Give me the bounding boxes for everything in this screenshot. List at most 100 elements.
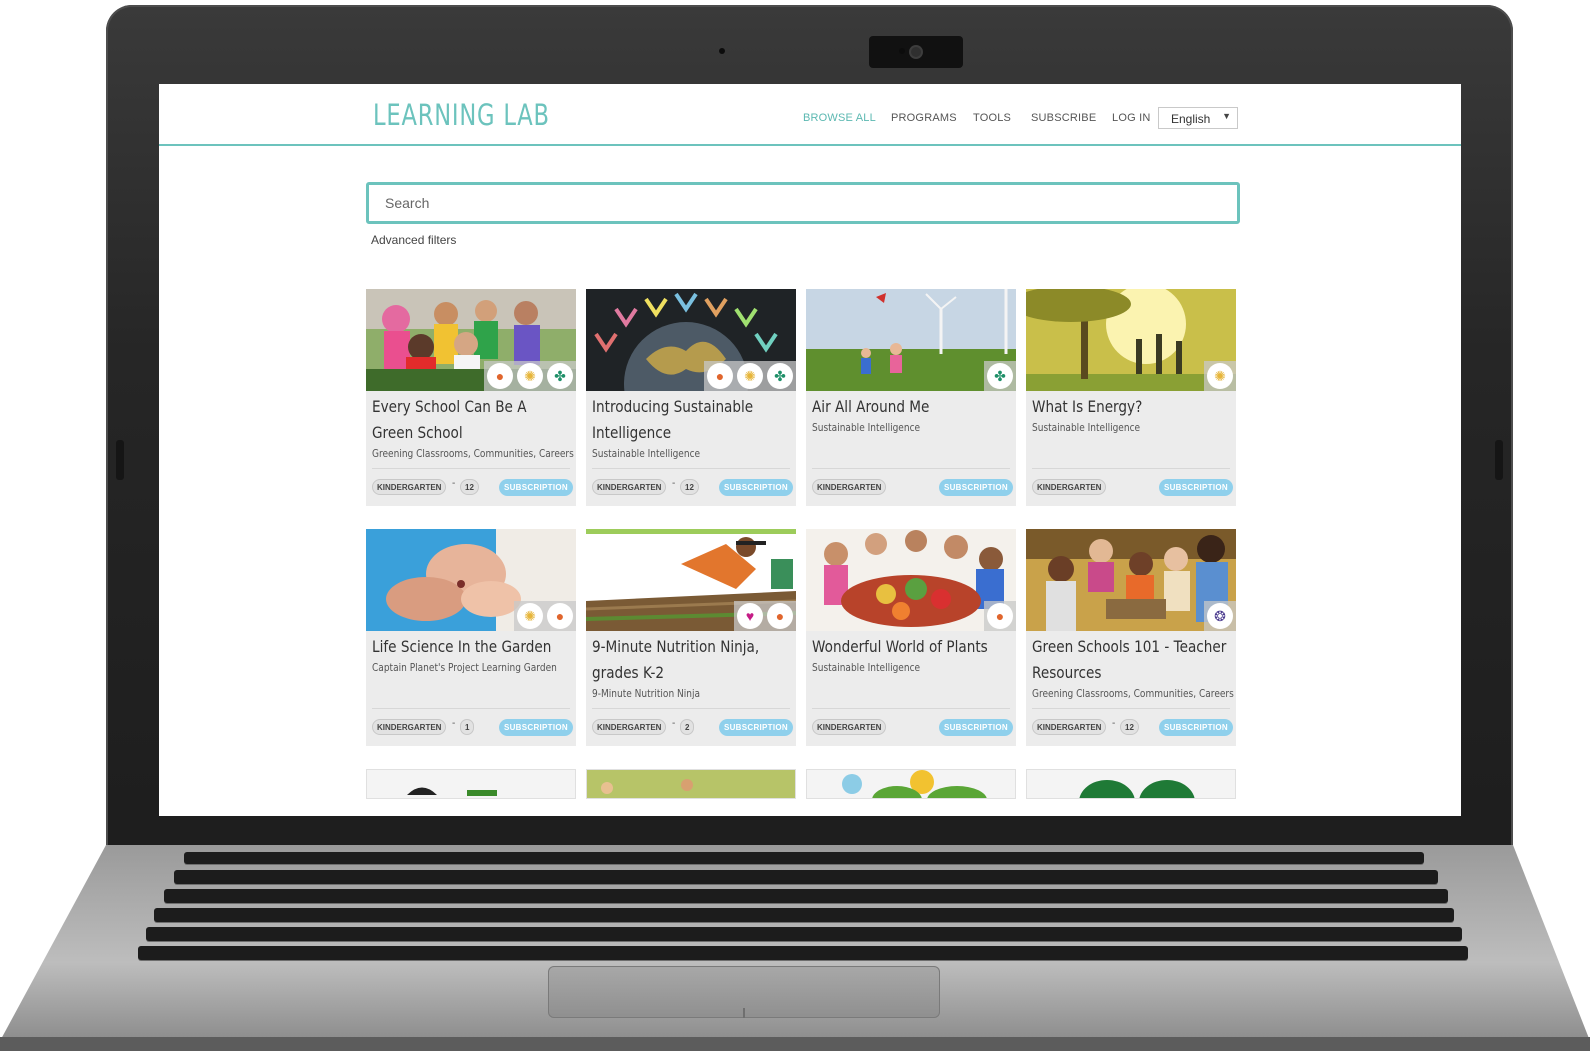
card-thumbnail: ● ✺ ✤ xyxy=(366,289,576,391)
light-sensor-left xyxy=(719,48,725,54)
grade-from-badge: KINDERGARTEN xyxy=(592,479,667,495)
card-category-icons: ✤ xyxy=(984,361,1016,391)
fan-icon: ✤ xyxy=(547,363,573,389)
nav-browse-all[interactable]: BROWSE ALL xyxy=(803,112,876,124)
keyboard xyxy=(138,852,1468,960)
grade-to-badge: 12 xyxy=(680,479,699,495)
language-select[interactable]: English ▼ xyxy=(1158,107,1238,129)
card-footer: KINDERGARTEN SUBSCRIPTION xyxy=(812,468,1013,506)
card-thumbnail: ❂ xyxy=(1026,529,1236,631)
bottom-letter-key-row xyxy=(146,927,1462,941)
card-footer: KINDERGARTEN SUBSCRIPTION xyxy=(1032,468,1233,506)
nav-programs[interactable]: PROGRAMS xyxy=(891,112,957,124)
resource-card[interactable]: ❂ Green Schools 101 - Teacher Resources … xyxy=(1026,529,1236,746)
card-footer: KINDERGARTEN - 12 SUBSCRIPTION xyxy=(1032,708,1233,746)
browser-screen: LEARNING LAB BROWSE ALL PROGRAMS TOOLS S… xyxy=(159,84,1461,816)
card-title[interactable]: Green Schools 101 - Teacher Resources xyxy=(1032,634,1229,686)
grade-to-badge: 2 xyxy=(680,719,695,735)
chevron-down-icon: ▼ xyxy=(1222,111,1231,121)
subscription-badge: SUBSCRIPTION xyxy=(938,479,1013,496)
resource-card[interactable]: ♥ ● 9-Minute Nutrition Ninja, grades K-2… xyxy=(586,529,796,746)
card-program: Greening Classrooms, Communities, Career… xyxy=(1032,687,1234,700)
subscription-badge: SUBSCRIPTION xyxy=(938,719,1013,736)
card-thumbnail: ✺ ● xyxy=(366,529,576,631)
resource-card[interactable]: ✺ ● Life Science In the Garden Captain P… xyxy=(366,529,576,746)
grade-from-badge: KINDERGARTEN xyxy=(812,719,887,735)
search-input[interactable] xyxy=(369,185,1237,221)
advanced-filters-link[interactable]: Advanced filters xyxy=(371,233,456,247)
card-program: Sustainable Intelligence xyxy=(812,661,921,674)
search-box xyxy=(366,182,1240,224)
card-thumbnail: ● xyxy=(806,529,1016,631)
card-title[interactable]: Air All Around Me xyxy=(812,394,1009,420)
space-key-row xyxy=(138,946,1468,960)
lightbulb-icon: ✺ xyxy=(517,363,543,389)
card-program: 9-Minute Nutrition Ninja xyxy=(592,687,701,700)
apple-icon: ● xyxy=(547,603,573,629)
fan-icon: ✤ xyxy=(987,363,1013,389)
nav-log-in[interactable]: LOG IN xyxy=(1112,112,1151,124)
grade-range-dash: - xyxy=(672,478,676,489)
card-title[interactable]: Life Science In the Garden xyxy=(372,634,569,660)
subscription-badge: SUBSCRIPTION xyxy=(498,479,573,496)
card-category-icons: ❂ xyxy=(1204,601,1236,631)
site-logo[interactable]: LEARNING LAB xyxy=(373,98,550,132)
grade-from-badge: KINDERGARTEN xyxy=(372,719,447,735)
nav-tools[interactable]: TOOLS xyxy=(973,112,1011,124)
resource-card[interactable]: ● ✺ ✤ Every School Can Be A Green School… xyxy=(366,289,576,506)
card-thumbnail: ✺ xyxy=(1026,289,1236,391)
card-thumbnail: ✤ xyxy=(806,289,1016,391)
nav-subscribe[interactable]: SUBSCRIBE xyxy=(1031,112,1096,124)
light-sensor-right xyxy=(899,48,905,54)
grade-to-badge: 1 xyxy=(460,719,475,735)
brain-icon: ❂ xyxy=(1207,603,1233,629)
card-footer: KINDERGARTEN - 12 SUBSCRIPTION xyxy=(592,468,793,506)
grade-to-badge: 12 xyxy=(1120,719,1139,735)
card-title[interactable]: What Is Energy? xyxy=(1032,394,1229,420)
language-value: English xyxy=(1171,112,1211,126)
webcam xyxy=(869,36,963,68)
apple-icon: ● xyxy=(487,363,513,389)
grade-from-badge: KINDERGARTEN xyxy=(812,479,887,495)
resource-card[interactable]: ● ✺ ✤ Introducing Sustainable Intelligen… xyxy=(586,289,796,506)
card-category-icons: ✺ ● xyxy=(514,601,576,631)
card-program: Sustainable Intelligence xyxy=(812,421,921,434)
grade-range-dash: - xyxy=(672,718,676,729)
resource-card-partial[interactable] xyxy=(1026,769,1236,799)
number-key-row xyxy=(174,870,1438,884)
card-footer: KINDERGARTEN SUBSCRIPTION xyxy=(812,708,1013,746)
resource-card[interactable]: ✺ What Is Energy? Sustainable Intelligen… xyxy=(1026,289,1236,506)
resource-card[interactable]: ● Wonderful World of Plants Sustainable … xyxy=(806,529,1016,746)
grade-to-badge: 12 xyxy=(460,479,479,495)
card-thumbnail: ● ✺ ✤ xyxy=(586,289,796,391)
subscription-badge: SUBSCRIPTION xyxy=(1158,479,1233,496)
apple-icon: ● xyxy=(707,363,733,389)
card-title[interactable]: Wonderful World of Plants xyxy=(812,634,1009,660)
resource-card[interactable]: ✤ Air All Around Me Sustainable Intellig… xyxy=(806,289,1016,506)
trackpad-divider xyxy=(743,1008,745,1018)
grade-from-badge: KINDERGARTEN xyxy=(1032,479,1107,495)
card-title[interactable]: Every School Can Be A Green School xyxy=(372,394,569,446)
card-footer: KINDERGARTEN - 12 SUBSCRIPTION xyxy=(372,468,573,506)
resource-card-partial[interactable] xyxy=(366,769,576,799)
card-title[interactable]: 9-Minute Nutrition Ninja, grades K-2 xyxy=(592,634,789,686)
lightbulb-icon: ✺ xyxy=(1207,363,1233,389)
card-category-icons: ● xyxy=(984,601,1016,631)
lightbulb-icon: ✺ xyxy=(737,363,763,389)
fan-icon: ✤ xyxy=(767,363,793,389)
site-header: LEARNING LAB BROWSE ALL PROGRAMS TOOLS S… xyxy=(159,84,1461,146)
card-thumbnail: ♥ ● xyxy=(586,529,796,631)
trackpad xyxy=(548,966,940,1018)
card-program: Sustainable Intelligence xyxy=(1032,421,1141,434)
apple-icon: ● xyxy=(987,603,1013,629)
resource-card-partial[interactable] xyxy=(586,769,796,799)
card-program: Captain Planet's Project Learning Garden xyxy=(372,661,557,674)
card-category-icons: ● ✺ ✤ xyxy=(704,361,796,391)
resource-card-partial[interactable] xyxy=(806,769,1016,799)
card-footer: KINDERGARTEN - 2 SUBSCRIPTION xyxy=(592,708,793,746)
top-letter-key-row xyxy=(164,889,1448,903)
subscription-badge: SUBSCRIPTION xyxy=(1158,719,1233,736)
grade-range-dash: - xyxy=(452,718,456,729)
lid-notch-right xyxy=(1495,440,1503,480)
card-title[interactable]: Introducing Sustainable Intelligence xyxy=(592,394,789,446)
